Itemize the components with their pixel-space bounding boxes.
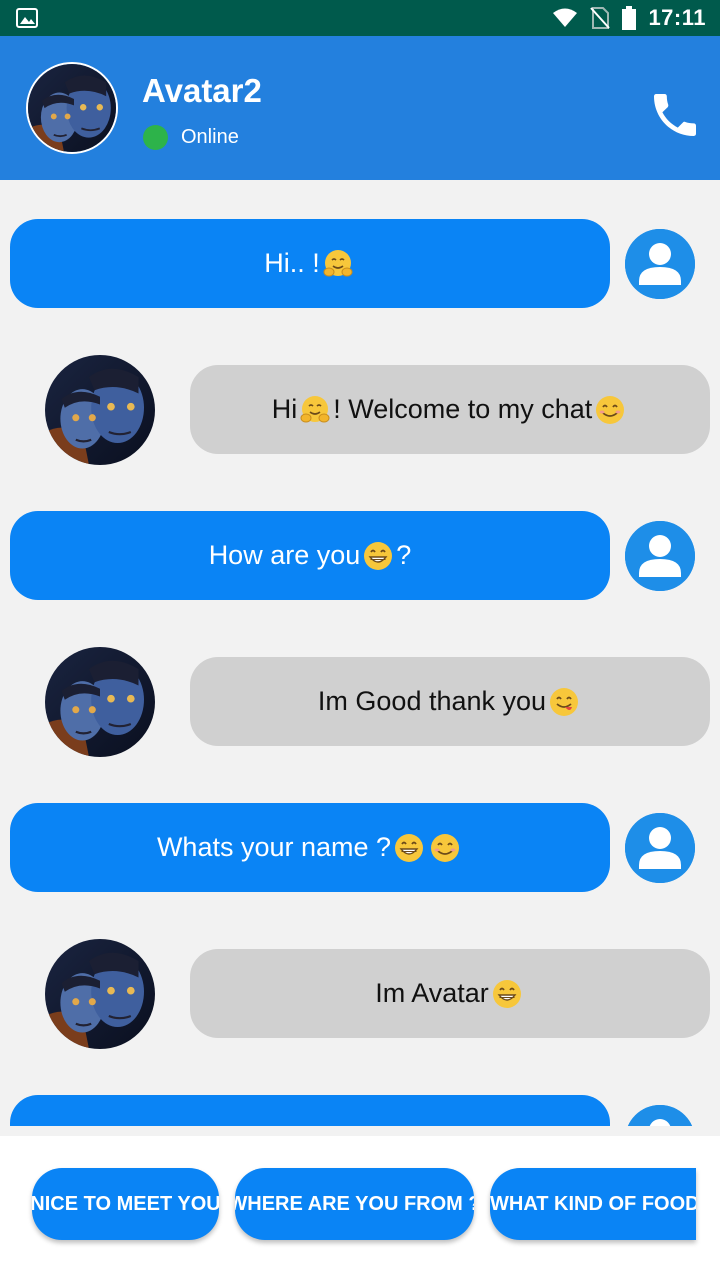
contact-name: Avatar2 xyxy=(142,72,262,109)
avatar-image xyxy=(45,355,155,465)
quick-replies-bar: NICE TO MEET YOU WHERE ARE YOU FROM ? WH… xyxy=(0,1136,720,1280)
chat-header: Avatar2 Online xyxy=(0,36,720,180)
grinning-face-emoji-icon xyxy=(393,832,425,864)
user-avatar xyxy=(625,521,695,591)
user-silhouette-icon xyxy=(625,521,695,591)
avatar-image xyxy=(45,939,155,1049)
no-sim-icon xyxy=(590,7,611,29)
user-message-bubble: Hi.. ! xyxy=(10,219,610,308)
user-message-bubble: How are you ? xyxy=(10,511,610,600)
quick-reply-button[interactable]: WHAT KIND OF FOOD xyxy=(490,1168,696,1240)
user-silhouette-icon xyxy=(625,229,695,299)
bot-avatar xyxy=(45,939,155,1049)
message-text-part: ! Welcome to my chat xyxy=(333,394,593,424)
yum-face-emoji-icon xyxy=(548,686,580,718)
bot-avatar xyxy=(45,355,155,465)
user-silhouette-icon xyxy=(625,813,695,883)
user-message-bubble xyxy=(10,1095,610,1126)
message-text-part: How are you xyxy=(208,540,361,570)
contact-avatar[interactable] xyxy=(26,62,118,154)
avatar-image xyxy=(28,64,118,154)
quick-reply-button[interactable]: NICE TO MEET YOU xyxy=(32,1168,219,1240)
avatar-image xyxy=(45,647,155,757)
grinning-face-emoji-icon xyxy=(491,978,523,1010)
bot-message-bubble: Im Avatar xyxy=(190,949,710,1038)
message-text: Im Avatar xyxy=(375,978,489,1008)
user-avatar xyxy=(625,813,695,883)
message-text: Hi.. ! xyxy=(264,248,320,278)
hugging-face-emoji-icon xyxy=(322,248,354,280)
smiling-face-emoji-icon xyxy=(594,394,626,426)
battery-icon xyxy=(622,6,637,30)
online-status-dot xyxy=(143,125,168,150)
phone-icon xyxy=(654,94,696,136)
message-text: Whats your name ? xyxy=(156,832,392,862)
user-message-bubble: Whats your name ? xyxy=(10,803,610,892)
chat-message-list[interactable]: Hi.. ! Hi ! Welcome to my chat How are y… xyxy=(0,180,720,1126)
bot-message-bubble: Hi ! Welcome to my chat xyxy=(190,365,710,454)
user-avatar xyxy=(625,1105,695,1126)
online-status-label: Online xyxy=(181,126,239,148)
user-silhouette-icon xyxy=(625,1105,695,1126)
message-text-part: ? xyxy=(396,540,412,570)
status-bar: 17:11 xyxy=(0,0,720,36)
message-text: Im Good thank you xyxy=(317,686,547,716)
grinning-face-emoji-icon xyxy=(362,540,394,572)
user-avatar xyxy=(625,229,695,299)
gallery-notification-icon xyxy=(16,8,38,28)
hugging-face-emoji-icon xyxy=(299,394,331,426)
call-button[interactable] xyxy=(640,80,710,150)
status-time: 17:11 xyxy=(648,5,706,30)
message-text-part: Hi xyxy=(271,394,298,424)
bot-avatar xyxy=(45,647,155,757)
bot-message-bubble: Im Good thank you xyxy=(190,657,710,746)
smiling-face-emoji-icon xyxy=(429,832,461,864)
quick-reply-button[interactable]: WHERE ARE YOU FROM ? xyxy=(235,1168,474,1240)
status-icons: 17:11 xyxy=(552,0,706,36)
wifi-icon xyxy=(553,8,578,27)
